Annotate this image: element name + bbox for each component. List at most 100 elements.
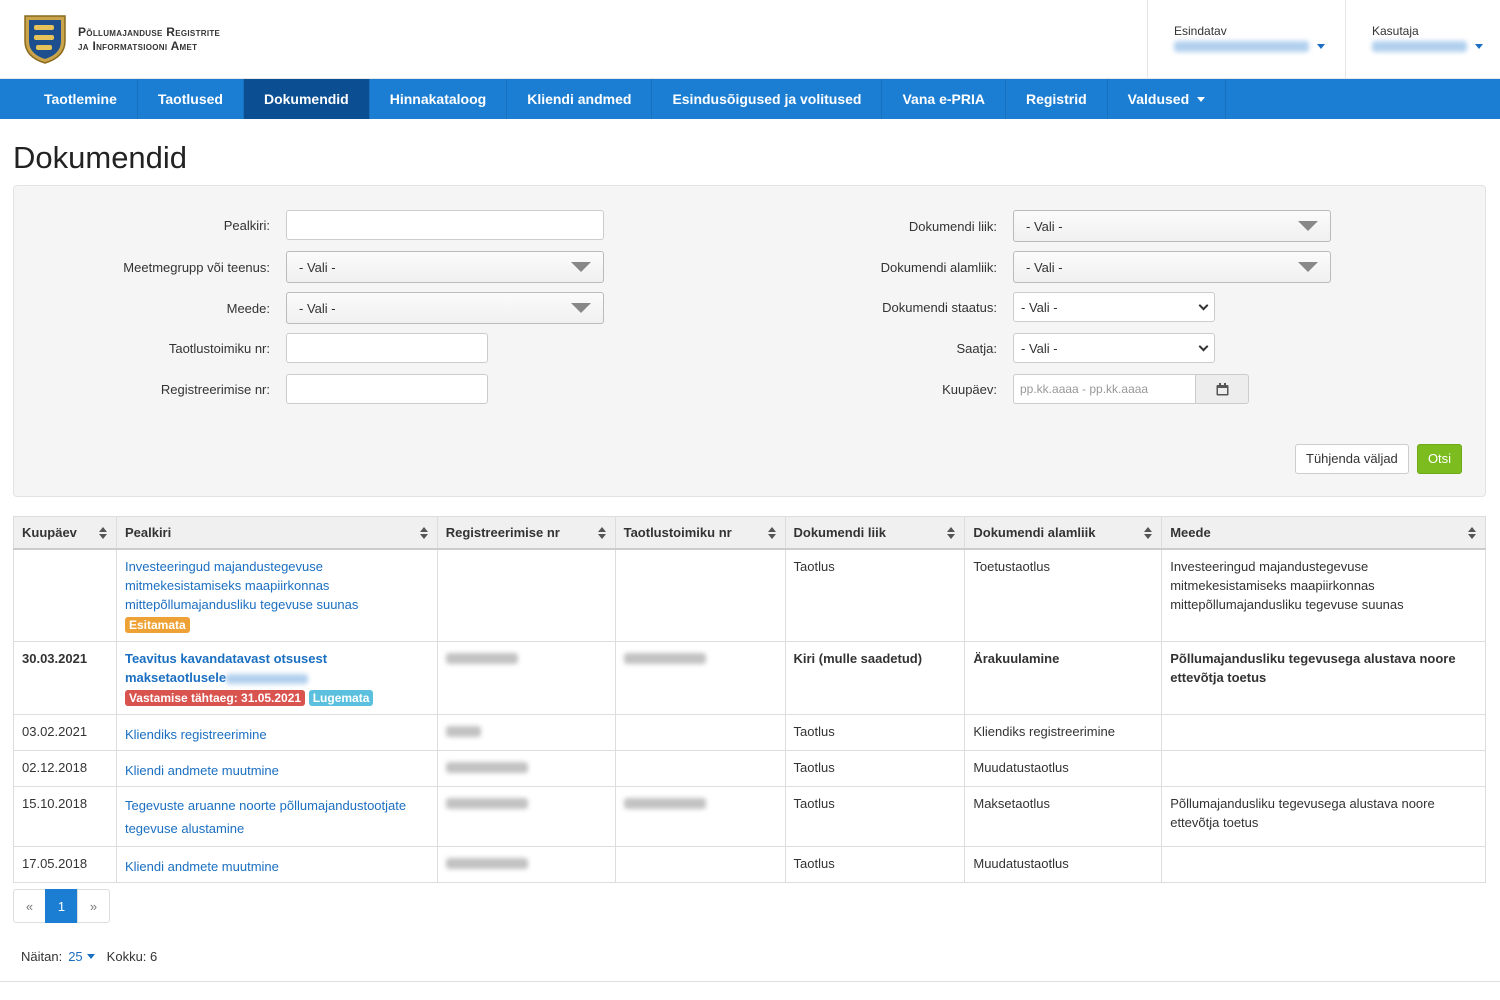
measure-line: Põllumajandusliku tegevusega alustava no… — [1170, 651, 1456, 666]
docstatus-value: - Vali - — [1021, 299, 1058, 315]
sort-icon — [597, 527, 606, 539]
cell-app-file — [614, 750, 786, 787]
nav-item-taotlemine[interactable]: Taotlemine — [24, 79, 138, 119]
column-header-doctype[interactable]: Dokumendi liik — [784, 516, 966, 550]
document-title-link[interactable]: Investeeringud majandustegevuse mitmekes… — [125, 559, 358, 612]
doctype-label: Dokumendi liik: — [908, 218, 997, 234]
calendar-button[interactable] — [1195, 374, 1249, 404]
nav-item-dokumendid[interactable]: Dokumendid — [243, 79, 370, 119]
cell-measure — [1161, 846, 1486, 883]
nav-item-kliendi-andmed[interactable]: Kliendi andmed — [507, 79, 653, 119]
doctype-select[interactable]: - Vali - — [1013, 210, 1331, 242]
nav-item-taotlused[interactable]: Taotlused — [138, 79, 244, 119]
page-1-button[interactable]: 1 — [45, 889, 78, 923]
cell-reg-nr — [436, 750, 616, 787]
dropdown-arrow-icon — [571, 303, 591, 313]
agency-name-line2: ja Informatsiooni Amet — [78, 39, 198, 53]
sort-icon — [767, 527, 776, 539]
measuregroup-value: - Vali - — [299, 259, 336, 275]
docsubtype-select[interactable]: - Vali - — [1013, 251, 1331, 283]
calendar-icon — [1216, 382, 1228, 395]
redacted-reg-nr — [445, 726, 481, 737]
column-header-label: Meede — [1170, 524, 1211, 540]
user-name-redacted — [1372, 41, 1467, 52]
document-title-link[interactable]: Tegevuste aruanne noorte põllumajandusto… — [125, 798, 406, 836]
cell-docsubtype: Toetustaotlus — [964, 548, 1163, 642]
title-input[interactable] — [286, 210, 604, 240]
docstatus-select[interactable]: - Vali - — [1013, 292, 1215, 322]
dropdown-arrow-icon — [1298, 262, 1318, 272]
title-line: mittepõllumajandusliku tegevuse suunas — [124, 596, 359, 612]
date-range-picker: pp.kk.aaaa - pp.kk.aaaa — [1013, 374, 1249, 404]
docstatus-label: Dokumendi staatus: — [882, 299, 997, 315]
document-title-link[interactable]: Kliendi andmete muutmine — [125, 761, 279, 780]
title-line: Teavitus kavandatavast otsusest — [124, 651, 328, 666]
table-row: Investeeringud majandustegevuse mitmekes… — [13, 548, 1486, 642]
prev-page-button[interactable]: « — [13, 889, 46, 923]
column-header-date[interactable]: Kuupäev — [13, 516, 117, 550]
measure-line: Investeeringud majandustegevuse — [1170, 558, 1369, 574]
nav-item-valdused[interactable]: Valdused — [1108, 79, 1227, 119]
measure-select[interactable]: - Vali - — [286, 292, 604, 324]
unread-badge: Lugemata — [308, 690, 374, 706]
measure-value: - Vali - — [299, 300, 336, 316]
cell-docsubtype: Muudatustaotlus — [964, 846, 1163, 883]
cell-app-file — [614, 846, 786, 883]
nav-item-hinnakataloog[interactable]: Hinnakataloog — [370, 79, 508, 119]
chevron-down-icon — [1198, 341, 1209, 351]
table-row: 30.03.2021 Teavitus kavandatavast otsuse… — [13, 641, 1486, 715]
document-title-link[interactable]: Kliendiks registreerimine — [125, 725, 267, 744]
document-title-link[interactable]: Kliendi andmete muutmine — [125, 857, 279, 876]
redacted-app-file — [623, 653, 706, 664]
column-header-label: Registreerimise nr — [445, 524, 560, 540]
table-row: 15.10.2018 Tegevuste aruanne noorte põll… — [13, 786, 1486, 847]
measure-line: mittepõllumajandusliku tegevuse suunas — [1170, 596, 1404, 612]
next-page-button[interactable]: » — [77, 889, 110, 923]
cell-app-file — [614, 714, 786, 751]
reg-number-input[interactable] — [286, 374, 488, 404]
redacted-app-file — [623, 798, 706, 809]
column-header-measure[interactable]: Meede — [1161, 516, 1486, 550]
app-file-input[interactable] — [286, 333, 488, 363]
measuregroup-select[interactable]: - Vali - — [286, 251, 604, 283]
date-range-input[interactable]: pp.kk.aaaa - pp.kk.aaaa — [1013, 374, 1195, 404]
nav-item-registrid[interactable]: Registrid — [1006, 79, 1108, 119]
user-value[interactable] — [1372, 41, 1500, 52]
represented-selector[interactable]: Esindatav — [1147, 0, 1345, 79]
table-row: 02.12.2018 Kliendi andmete muutmine Taot… — [13, 750, 1486, 787]
sender-select[interactable]: - Vali - — [1013, 333, 1215, 363]
redacted-reg-nr — [445, 858, 528, 869]
column-header-reg-nr[interactable]: Registreerimise nr — [436, 516, 616, 550]
represented-value[interactable] — [1174, 41, 1345, 52]
cell-title: Investeeringud majandustegevuse mitmekes… — [115, 548, 438, 642]
cell-title: Kliendi andmete muutmine — [115, 846, 438, 883]
cell-date: 15.10.2018 — [13, 786, 117, 847]
nav-item-vana-epria[interactable]: Vana e-PRIA — [882, 79, 1006, 119]
agency-logo[interactable]: Põllumajanduse Registrite ja Informatsio… — [22, 13, 220, 65]
cell-reg-nr — [436, 548, 616, 642]
agency-name: Põllumajanduse Registrite ja Informatsio… — [78, 25, 220, 53]
chevron-down-icon — [1317, 44, 1325, 49]
main-nav: Taotlemine Taotlused Dokumendid Hinnakat… — [0, 79, 1500, 119]
column-header-app-file[interactable]: Taotlustoimiku nr — [614, 516, 786, 550]
column-header-label: Pealkiri — [124, 524, 172, 540]
cell-app-file — [614, 548, 786, 642]
chevron-down-icon — [1198, 300, 1209, 310]
nav-item-esindusoigused[interactable]: Esindusõigused ja volitused — [652, 79, 883, 119]
pagination: « 1 » — [13, 889, 110, 923]
clear-fields-button[interactable]: Tühjenda väljad — [1295, 444, 1409, 474]
column-header-title[interactable]: Pealkiri — [115, 516, 438, 550]
column-header-docsubtype[interactable]: Dokumendi alamliik — [964, 516, 1163, 550]
measure-line: Põllumajandusliku tegevusega alustava no… — [1170, 796, 1435, 811]
search-button[interactable]: Otsi — [1417, 444, 1462, 474]
column-header-label: Kuupäev — [22, 524, 77, 540]
deadline-badge: Vastamise tähtaeg: 31.05.2021 — [124, 690, 306, 706]
user-selector[interactable]: Kasutaja — [1345, 0, 1500, 79]
per-page-value: 25 — [68, 949, 83, 964]
cell-title: Teavitus kavandatavast otsusest maksetao… — [115, 641, 438, 715]
cell-measure — [1161, 750, 1486, 787]
coat-of-arms-icon — [24, 15, 66, 64]
sort-icon — [98, 527, 107, 539]
document-title-link[interactable]: Teavitus kavandatavast otsusest maksetao… — [125, 651, 327, 685]
per-page-selector[interactable]: 25 — [68, 949, 95, 964]
